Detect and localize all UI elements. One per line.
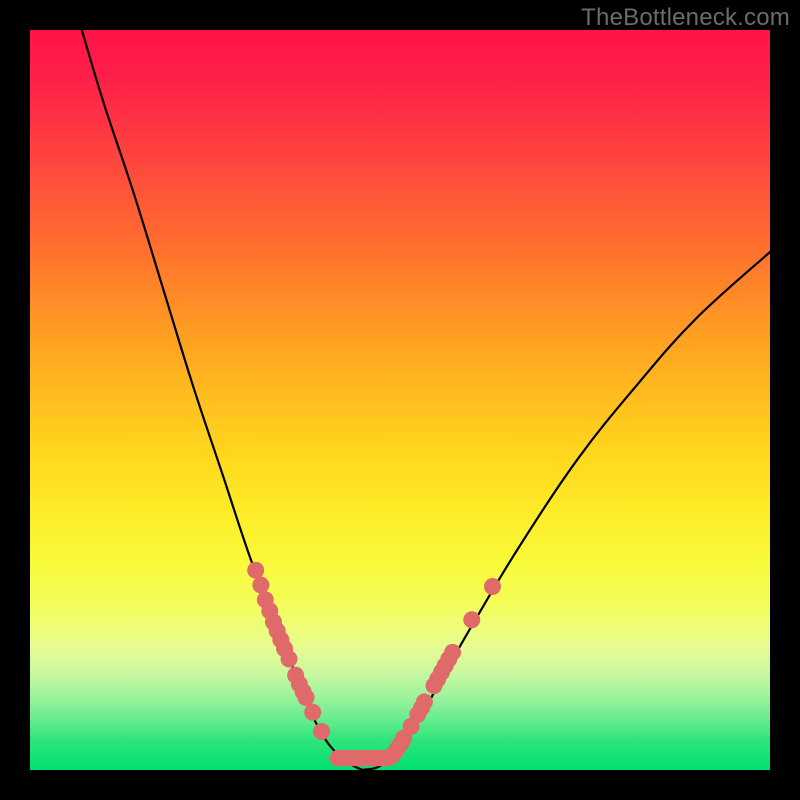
markers-left-group xyxy=(247,562,330,740)
chart-svg xyxy=(30,30,770,770)
bottleneck-curve-left xyxy=(82,30,363,770)
plot-area xyxy=(30,30,770,770)
data-marker xyxy=(313,723,330,740)
data-marker xyxy=(252,577,269,594)
bottleneck-curve-right xyxy=(363,252,770,770)
watermark-text: TheBottleneck.com xyxy=(581,4,790,32)
chart-frame: TheBottleneck.com xyxy=(0,0,800,800)
data-marker xyxy=(281,651,298,668)
data-marker xyxy=(298,689,315,706)
data-marker xyxy=(304,704,321,721)
data-marker xyxy=(416,693,433,710)
data-marker xyxy=(247,562,264,579)
data-marker xyxy=(444,644,461,661)
data-marker xyxy=(484,578,501,595)
data-marker xyxy=(463,611,480,628)
